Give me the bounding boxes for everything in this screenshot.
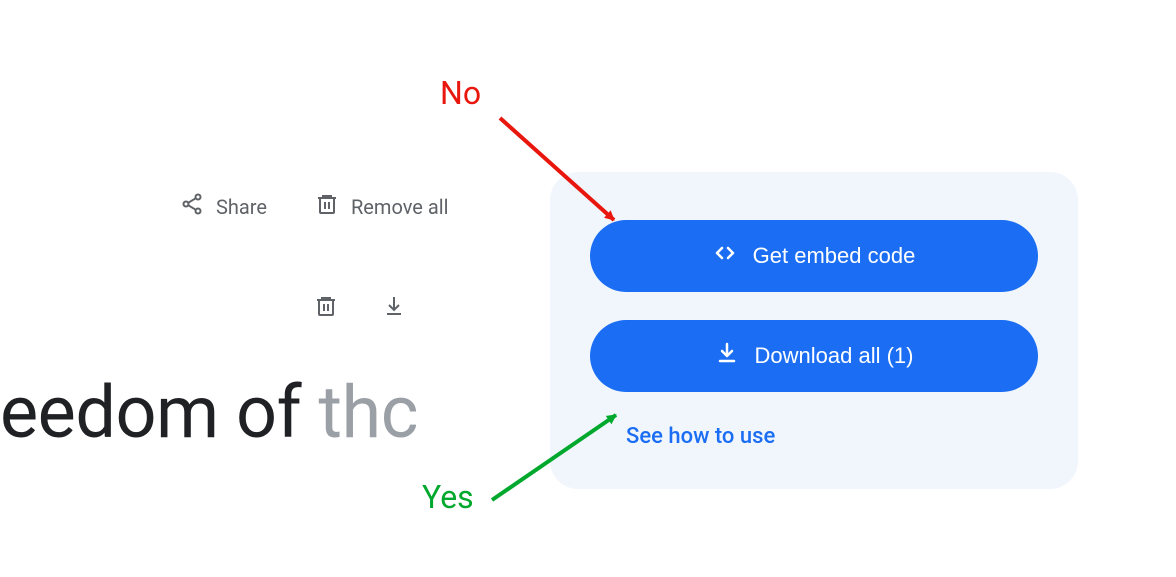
share-icon bbox=[180, 192, 204, 221]
trash-icon bbox=[315, 192, 339, 221]
annotation-yes: Yes bbox=[422, 478, 474, 516]
see-how-to-use-link[interactable]: See how to use bbox=[590, 420, 1038, 449]
download-icon bbox=[715, 341, 739, 371]
get-embed-code-button[interactable]: Get embed code bbox=[590, 220, 1038, 292]
remove-all-label: Remove all bbox=[351, 195, 448, 219]
toolbar: Share Remove all bbox=[180, 192, 448, 221]
embed-button-label: Get embed code bbox=[753, 243, 916, 269]
annotation-no: No bbox=[440, 74, 481, 112]
preview-text: eedom of thc bbox=[0, 370, 418, 455]
preview-text-fade: thc bbox=[318, 370, 417, 455]
share-label: Share bbox=[216, 195, 267, 219]
download-all-button[interactable]: Download all (1) bbox=[590, 320, 1038, 392]
preview-text-dark: eedom of bbox=[0, 370, 318, 455]
trash-icon[interactable] bbox=[314, 294, 338, 322]
download-icon[interactable] bbox=[382, 294, 406, 322]
action-panel: Get embed code Download all (1) See how … bbox=[550, 172, 1078, 489]
download-button-label: Download all (1) bbox=[755, 343, 914, 369]
code-icon bbox=[713, 241, 737, 271]
remove-all-button[interactable]: Remove all bbox=[315, 192, 448, 221]
share-button[interactable]: Share bbox=[180, 192, 267, 221]
item-actions bbox=[314, 294, 406, 322]
